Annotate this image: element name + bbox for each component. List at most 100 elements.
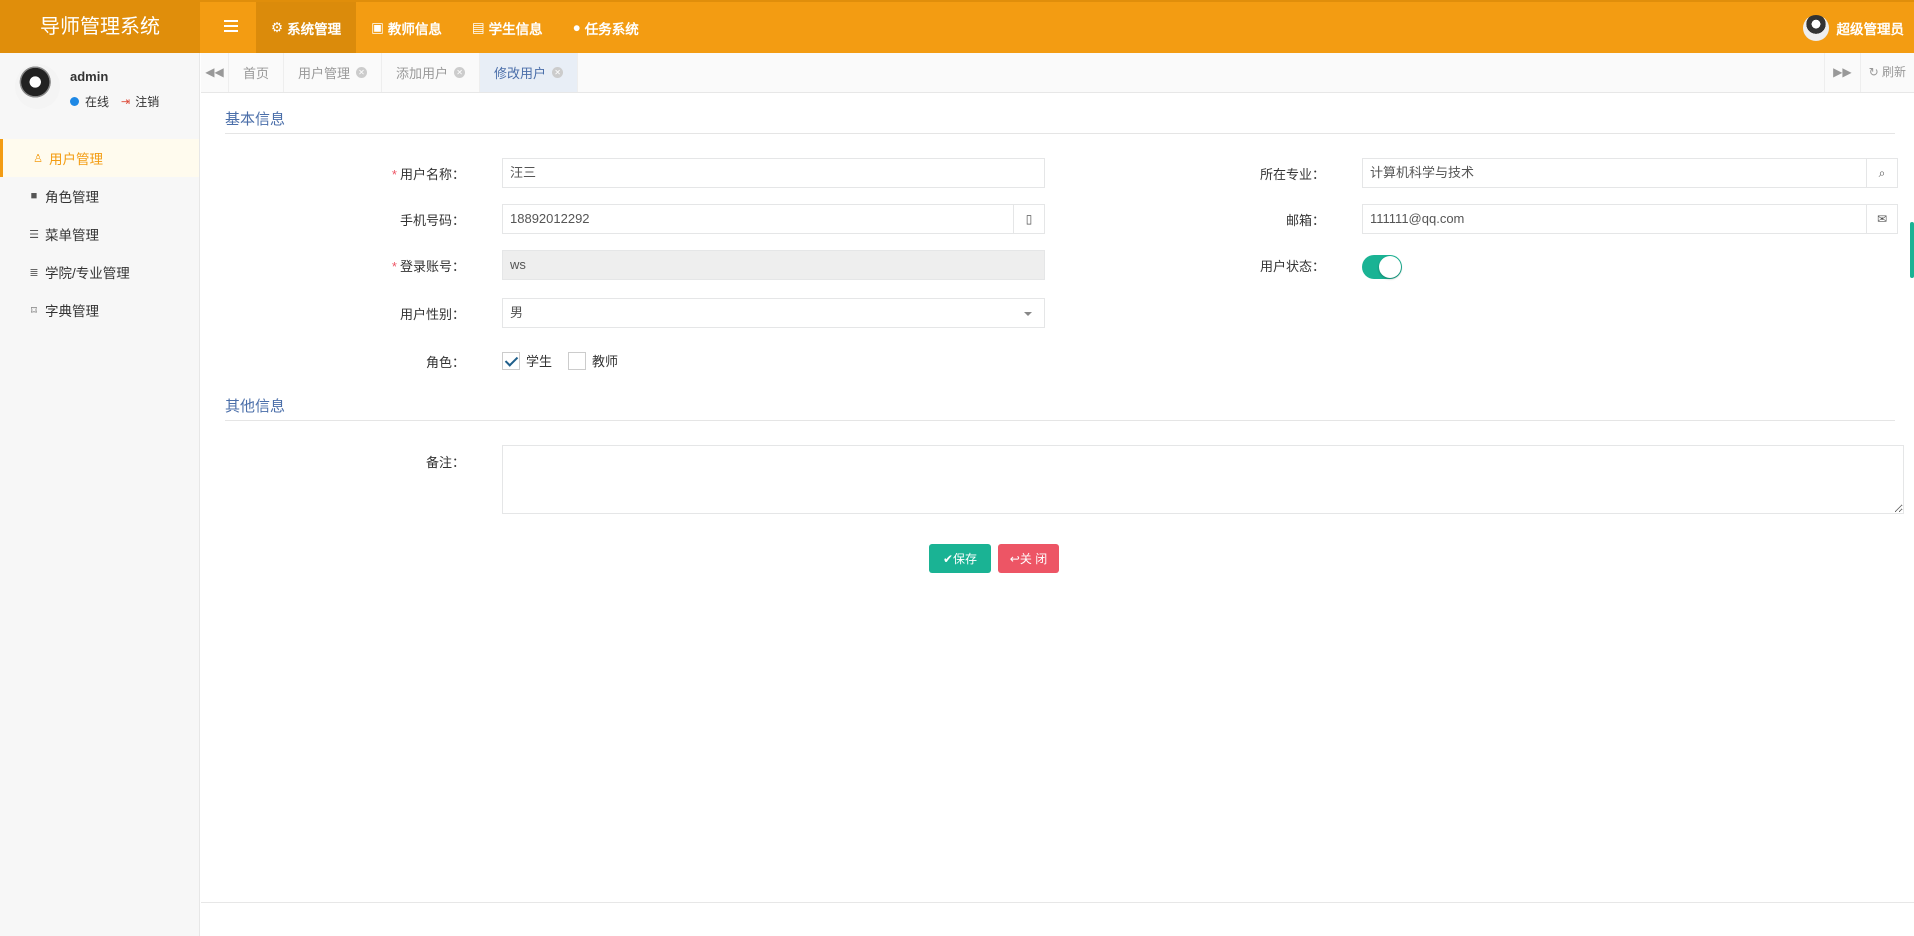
page-tabs-bar: ◀◀ 首页 用户管理 ✕ 添加用户 ✕ 修改用户 ✕ ▶▶ ↻ 刷新 — [201, 53, 1914, 93]
user-icon: ♙ — [33, 152, 43, 165]
account-label: * 登录账号： — [391, 259, 465, 274]
role-checkbox-student[interactable]: 学生 — [502, 351, 552, 370]
sidebar-item-dictionary-management[interactable]: ⌑ 字典管理 — [0, 291, 199, 329]
topnav-label: 学生信息 — [488, 21, 543, 37]
tab-home[interactable]: 首页 — [229, 53, 285, 92]
app-logo-title[interactable]: 导师管理系统 — [0, 2, 200, 53]
sidebar-item-menu-management[interactable]: ☰ 菜单管理 — [0, 215, 199, 253]
tabs-right-tools: ▶▶ ↻ 刷新 — [1824, 53, 1914, 92]
id-badge-icon: ▣ — [371, 19, 384, 35]
top-user-menu[interactable]: 超级管理员 — [1802, 2, 1905, 53]
sidebar-item-role-management[interactable]: ■ 角色管理 — [0, 177, 199, 215]
tab-label: 用户管理 — [298, 66, 351, 81]
tab-label: 首页 — [243, 66, 270, 81]
tabs-scroll-left-icon[interactable]: ◀◀ — [201, 53, 229, 92]
section-basic-info: 基本信息 — [225, 108, 1895, 134]
topnav-system-management[interactable]: ⚙ 系统管理 — [256, 2, 357, 53]
sidebar-item-label: 学院/专业管理 — [45, 266, 130, 281]
topnav-label: 教师信息 — [387, 21, 442, 37]
role-label: 角色： — [425, 355, 465, 370]
footer-divider — [201, 902, 1914, 903]
email-label: 邮箱： — [1285, 213, 1325, 228]
topnav-teacher-info[interactable]: ▣ 教师信息 — [356, 2, 457, 53]
save-button[interactable]: ✔ 保存 — [929, 544, 991, 573]
sidebar-item-label: 角色管理 — [45, 190, 99, 205]
phone-label: 手机号码： — [399, 213, 465, 228]
online-dot-icon — [70, 97, 79, 106]
top-nav: ⚙ 系统管理 ▣ 教师信息 ▤ 学生信息 ● 任务系统 — [256, 2, 654, 53]
refresh-label: 刷新 — [1881, 65, 1906, 79]
tab-label: 添加用户 — [396, 66, 449, 81]
online-label: 在线 — [85, 95, 110, 109]
refresh-icon: ↻ — [1868, 65, 1879, 79]
sign-out-icon[interactable]: ⇥ — [121, 95, 130, 108]
user-panel: admin 在线 ⇥ 注销 — [0, 53, 199, 123]
topnav-student-info[interactable]: ▤ 学生信息 — [457, 2, 558, 53]
user-status-row: 在线 ⇥ 注销 — [70, 93, 159, 110]
topnav-task-system[interactable]: ● 任务系统 — [558, 2, 654, 53]
email-input[interactable]: 111111@qq.com — [1362, 204, 1867, 234]
remark-label: 备注： — [425, 455, 465, 470]
close-icon[interactable]: ✕ — [552, 67, 564, 78]
top-user-name: 超级管理员 — [1836, 21, 1905, 37]
check-icon: ✔ — [942, 551, 954, 566]
sidebar-item-user-management[interactable]: ♙ 用户管理 — [0, 139, 199, 177]
avatar — [15, 64, 60, 109]
gear-icon: ⚙ — [271, 19, 284, 35]
logout-link[interactable]: 注销 — [135, 93, 159, 110]
gender-label: 用户性别： — [399, 307, 465, 322]
major-input[interactable]: 计算机科学与技术 — [1362, 158, 1867, 188]
tabs-scroll-right-icon[interactable]: ▶▶ — [1824, 53, 1859, 92]
sidebar-item-label: 字典管理 — [45, 304, 99, 319]
tab-add-user[interactable]: 添加用户 ✕ — [382, 53, 481, 92]
id-card-icon: ▤ — [471, 19, 485, 35]
sidebar-username: admin — [70, 69, 109, 84]
remark-textarea[interactable] — [502, 445, 1904, 514]
th-list-icon: ☰ — [29, 228, 39, 241]
save-label: 保存 — [953, 552, 978, 566]
username-label: * 用户名称： — [391, 167, 465, 182]
gender-select[interactable]: 男 — [502, 298, 1045, 328]
username-input[interactable]: 汪三 — [502, 158, 1045, 188]
checkbox-unchecked[interactable] — [568, 351, 586, 370]
toggle-knob — [1379, 256, 1401, 278]
search-icon[interactable]: ⌕ — [1866, 158, 1898, 188]
lock-icon: ■ — [30, 190, 38, 202]
page-tabs: 首页 用户管理 ✕ 添加用户 ✕ 修改用户 ✕ — [229, 53, 579, 92]
mobile-icon: ▯ — [1013, 204, 1045, 234]
sidebar-item-label: 菜单管理 — [45, 228, 99, 243]
major-label: 所在专业： — [1259, 167, 1325, 182]
tab-user-management[interactable]: 用户管理 ✕ — [284, 53, 383, 92]
sidebar-item-college-management[interactable]: ≣ 学院/专业管理 — [0, 253, 199, 291]
phone-input[interactable]: 18892012292 — [502, 204, 1014, 234]
tab-edit-user[interactable]: 修改用户 ✕ — [480, 53, 579, 92]
envelope-icon: ✉ — [1866, 204, 1898, 234]
sidebar: admin 在线 ⇥ 注销 ♙ 用户管理 ■ 角色管理 ☰ 菜单管理 ≣ 学院/专业管理… — [0, 53, 200, 936]
role-option-label: 教师 — [592, 354, 619, 369]
sidebar-item-label: 用户管理 — [49, 152, 103, 167]
topnav-label: 任务系统 — [584, 21, 639, 37]
right-edge-handle[interactable] — [1910, 222, 1914, 278]
chevron-down-icon — [1024, 312, 1032, 316]
tint-icon: ● — [572, 20, 581, 35]
reply-icon: ↩ — [1009, 551, 1020, 566]
close-button[interactable]: ↩ 关 闭 — [998, 544, 1059, 573]
close-label: 关 闭 — [1019, 552, 1048, 566]
topnav-label: 系统管理 — [287, 21, 342, 37]
tab-label: 修改用户 — [494, 66, 547, 81]
account-input[interactable]: ws — [502, 250, 1045, 280]
refresh-button[interactable]: ↻ 刷新 — [1859, 53, 1914, 92]
checkbox-checked[interactable] — [502, 351, 520, 370]
list-icon: ≣ — [29, 266, 39, 279]
role-checkbox-teacher[interactable]: 教师 — [568, 351, 618, 370]
close-icon[interactable]: ✕ — [454, 67, 466, 78]
section-other-info: 其他信息 — [225, 395, 1895, 421]
close-icon[interactable]: ✕ — [356, 67, 368, 78]
bookmark-icon: ⌑ — [31, 304, 37, 317]
avatar — [1802, 14, 1829, 41]
status-label: 用户状态： — [1259, 259, 1325, 274]
top-navbar: 导师管理系统 ⚙ 系统管理 ▣ 教师信息 ▤ 学生信息 ● 任务系统 超级管理员 — [0, 0, 1914, 53]
role-option-label: 学生 — [526, 354, 553, 369]
menu-toggle-icon[interactable] — [224, 20, 238, 32]
user-status-toggle[interactable] — [1362, 255, 1402, 279]
